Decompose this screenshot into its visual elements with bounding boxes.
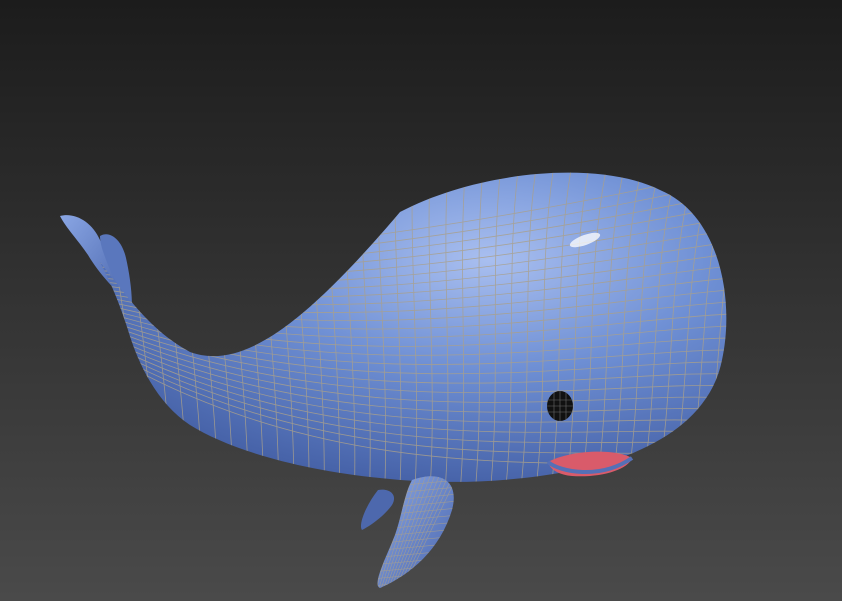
3d-viewport[interactable] bbox=[0, 0, 842, 601]
whale-render bbox=[0, 0, 842, 601]
